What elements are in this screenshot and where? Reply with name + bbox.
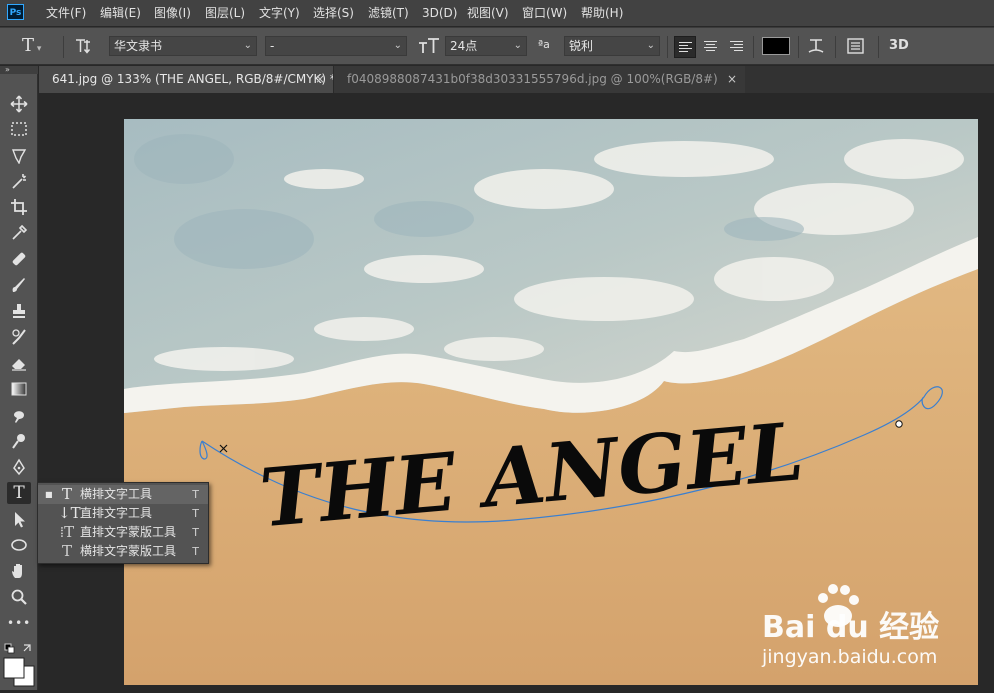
type-tool-icon[interactable]: T bbox=[7, 482, 31, 504]
more-tools-icon[interactable]: ••• bbox=[7, 612, 31, 634]
horizontal-type-icon: T bbox=[61, 485, 72, 503]
magic-wand-icon[interactable] bbox=[7, 170, 31, 192]
close-icon[interactable]: × bbox=[315, 66, 325, 93]
menu-item-vertical-type-mask[interactable]: ⁞T 直排文字蒙版工具 T bbox=[38, 523, 208, 542]
watermark-url: jingyan.baidu.com bbox=[761, 646, 937, 668]
chevron-down-icon: ⌄ bbox=[243, 40, 252, 51]
warp-text-icon[interactable] bbox=[806, 36, 826, 59]
panel-collapse-icon[interactable]: » bbox=[0, 66, 38, 74]
crop-icon[interactable] bbox=[7, 196, 31, 218]
menu-select[interactable]: 选择(S) bbox=[313, 0, 354, 26]
type-tool-preset-icon[interactable]: T ▾ bbox=[22, 35, 41, 56]
antialias-icon: ªa bbox=[538, 38, 550, 51]
menu-view[interactable]: 视图(V) bbox=[467, 0, 509, 26]
options-bar: T ▾ 华文隶书 ⌄ - ⌄ 24点 ⌄ ªa 锐利 ⌄ 3D bbox=[0, 27, 994, 65]
menu-filter[interactable]: 滤镜(T) bbox=[368, 0, 409, 26]
watermark-brand: Bai du 经验 bbox=[762, 610, 939, 645]
healing-brush-icon[interactable] bbox=[7, 248, 31, 270]
close-icon[interactable]: × bbox=[727, 66, 737, 93]
menu-3d[interactable]: 3D(D) bbox=[422, 0, 457, 26]
dodge-icon[interactable] bbox=[7, 430, 31, 452]
chevron-down-icon: ⌄ bbox=[393, 40, 402, 51]
lasso-icon[interactable] bbox=[7, 144, 31, 166]
brush-icon[interactable] bbox=[7, 274, 31, 296]
document-canvas[interactable]: THE ANGEL Bai du 经验 jingyan.baidu.com bbox=[124, 119, 978, 685]
document-tab-bar: 641.jpg @ 133% (THE ANGEL, RGB/8#/CMYK) … bbox=[39, 66, 994, 93]
font-size-value: 24点 bbox=[450, 39, 478, 53]
character-panel-icon[interactable] bbox=[846, 37, 866, 58]
horizontal-type-mask-icon: T bbox=[61, 542, 72, 560]
beach-image: THE ANGEL Bai du 经验 jingyan.baidu.com bbox=[124, 119, 978, 685]
menu-type[interactable]: 文字(Y) bbox=[259, 0, 300, 26]
smudge-icon[interactable] bbox=[7, 404, 31, 426]
move-tool-icon[interactable] bbox=[7, 93, 31, 115]
photoshop-logo-icon: Ps bbox=[7, 4, 24, 20]
menu-image[interactable]: 图像(I) bbox=[154, 0, 191, 26]
3d-button[interactable]: 3D bbox=[889, 38, 909, 53]
tab-document-f0408[interactable]: f0408988087431b0f38d30331555796d.jpg @ 1… bbox=[333, 66, 745, 93]
font-style-select[interactable]: - ⌄ bbox=[265, 36, 407, 56]
menu-file[interactable]: 文件(F) bbox=[46, 0, 86, 26]
default-colors-icon[interactable] bbox=[4, 643, 15, 654]
menu-help[interactable]: 帮助(H) bbox=[581, 0, 623, 26]
type-tool-glyph: T bbox=[22, 35, 35, 56]
gradient-icon[interactable] bbox=[7, 378, 31, 400]
menu-window[interactable]: 窗口(W) bbox=[522, 0, 567, 26]
text-color-swatch[interactable] bbox=[762, 37, 790, 55]
align-left-button[interactable] bbox=[674, 36, 696, 58]
font-family-value: 华文隶书 bbox=[114, 39, 163, 53]
menu-item-horizontal-type[interactable]: ■ T 横排文字工具 T bbox=[38, 485, 208, 504]
menu-item-horizontal-type-mask[interactable]: T 横排文字蒙版工具 T bbox=[38, 542, 208, 561]
path-selection-icon[interactable] bbox=[7, 508, 31, 530]
font-style-value: - bbox=[270, 39, 275, 53]
menu-layer[interactable]: 图层(L) bbox=[205, 0, 245, 26]
toggle-text-orientation-icon[interactable] bbox=[74, 37, 94, 58]
hand-icon[interactable] bbox=[7, 560, 31, 582]
eyedropper-icon[interactable] bbox=[7, 222, 31, 244]
foreground-color-swatch[interactable] bbox=[3, 657, 25, 679]
vertical-type-icon: ↓T bbox=[58, 504, 81, 522]
rectangular-marquee-icon[interactable] bbox=[7, 118, 31, 140]
chevron-down-icon: ⌄ bbox=[646, 40, 655, 51]
chevron-down-icon: ⌄ bbox=[513, 40, 522, 51]
eraser-icon[interactable] bbox=[7, 352, 31, 374]
font-family-select[interactable]: 华文隶书 ⌄ bbox=[109, 36, 257, 56]
swap-colors-icon[interactable] bbox=[23, 644, 31, 652]
font-size-icon bbox=[418, 36, 440, 59]
antialias-select[interactable]: 锐利 ⌄ bbox=[564, 36, 660, 56]
tab-label: f0408988087431b0f38d30331555796d.jpg @ 1… bbox=[347, 72, 718, 86]
font-size-select[interactable]: 24点 ⌄ bbox=[445, 36, 527, 56]
history-brush-icon[interactable] bbox=[7, 326, 31, 348]
antialias-value: 锐利 bbox=[569, 39, 594, 53]
align-right-button[interactable] bbox=[726, 36, 748, 58]
ellipse-icon[interactable] bbox=[7, 534, 31, 556]
clone-stamp-icon[interactable] bbox=[7, 300, 31, 322]
menu-item-vertical-type[interactable]: ↓T 直排文字工具 T bbox=[38, 504, 208, 523]
selected-bullet-icon: ■ bbox=[45, 490, 53, 499]
vertical-type-mask-icon: ⁞T bbox=[59, 523, 75, 541]
color-swatches bbox=[0, 640, 38, 690]
tab-label: 641.jpg @ 133% (THE ANGEL, RGB/8#/CMYK) … bbox=[52, 72, 336, 86]
menu-bar: Ps 文件(F) 编辑(E) 图像(I) 图层(L) 文字(Y) 选择(S) 滤… bbox=[0, 0, 994, 26]
menu-edit[interactable]: 编辑(E) bbox=[100, 0, 141, 26]
align-center-button[interactable] bbox=[700, 36, 722, 58]
zoom-icon[interactable] bbox=[7, 586, 31, 608]
path-end-anchor-icon[interactable] bbox=[895, 420, 903, 428]
tab-document-641[interactable]: 641.jpg @ 133% (THE ANGEL, RGB/8#/CMYK) … bbox=[39, 66, 336, 93]
type-tool-flyout-menu: ■ T 横排文字工具 T ↓T 直排文字工具 T ⁞T 直排文字蒙版工具 T T… bbox=[37, 482, 209, 564]
pen-icon[interactable] bbox=[7, 456, 31, 478]
